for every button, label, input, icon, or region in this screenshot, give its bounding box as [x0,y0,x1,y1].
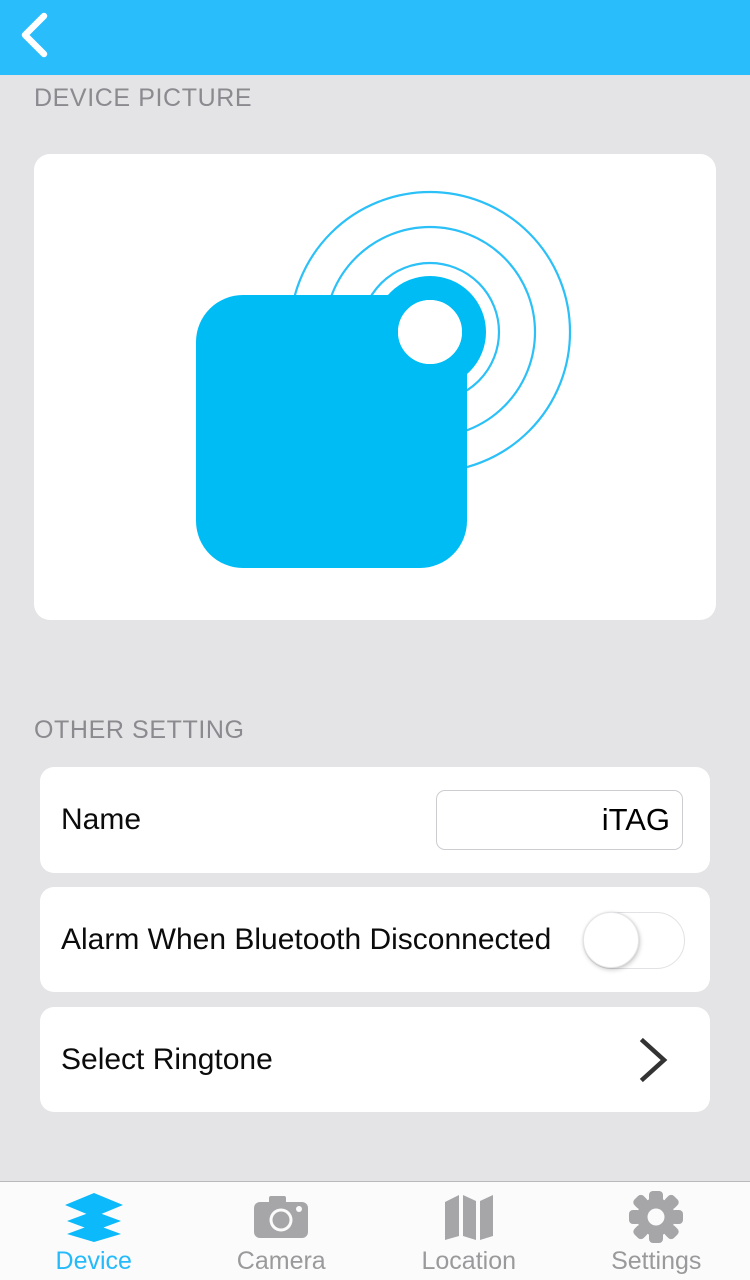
toggle-knob [583,912,639,968]
tab-location[interactable]: Location [375,1182,563,1280]
back-button[interactable] [4,2,66,68]
layers-icon [63,1192,125,1242]
app-screen: DEVICE PICTURE OTHER SETTING Name Alarm … [0,0,750,1280]
chevron-left-icon [21,12,48,58]
setting-row-name: Name [40,767,710,873]
chevron-right-icon [639,1037,668,1083]
tab-location-label: Location [421,1247,517,1275]
tab-settings[interactable]: Settings [563,1182,750,1280]
device-name-input[interactable] [436,790,683,850]
tab-settings-label: Settings [611,1247,702,1275]
navigation-bar [0,0,750,75]
bluetooth-tracker-tag-icon [196,190,572,568]
tab-camera-label: Camera [236,1247,326,1275]
setting-row-select-ringtone[interactable]: Select Ringtone [40,1007,710,1112]
section-header-device-picture: DEVICE PICTURE [34,84,253,112]
map-icon [443,1192,495,1242]
tab-device-label: Device [55,1247,132,1275]
name-label: Name [61,803,142,836]
tab-device[interactable]: Device [0,1182,188,1280]
camera-icon [252,1192,310,1242]
bottom-tab-bar: Device Camera Location Settings [0,1181,750,1280]
device-picture-card[interactable] [34,154,716,620]
tab-camera[interactable]: Camera [188,1182,376,1280]
ringtone-label: Select Ringtone [61,1042,273,1076]
alarm-toggle-switch[interactable] [583,912,685,969]
setting-row-alarm-when-bluetooth-disconnected: Alarm When Bluetooth Disconnected [40,887,710,992]
section-header-other-setting: OTHER SETTING [34,716,245,744]
gear-icon [629,1191,684,1243]
alarm-label: Alarm When Bluetooth Disconnected [61,922,552,956]
